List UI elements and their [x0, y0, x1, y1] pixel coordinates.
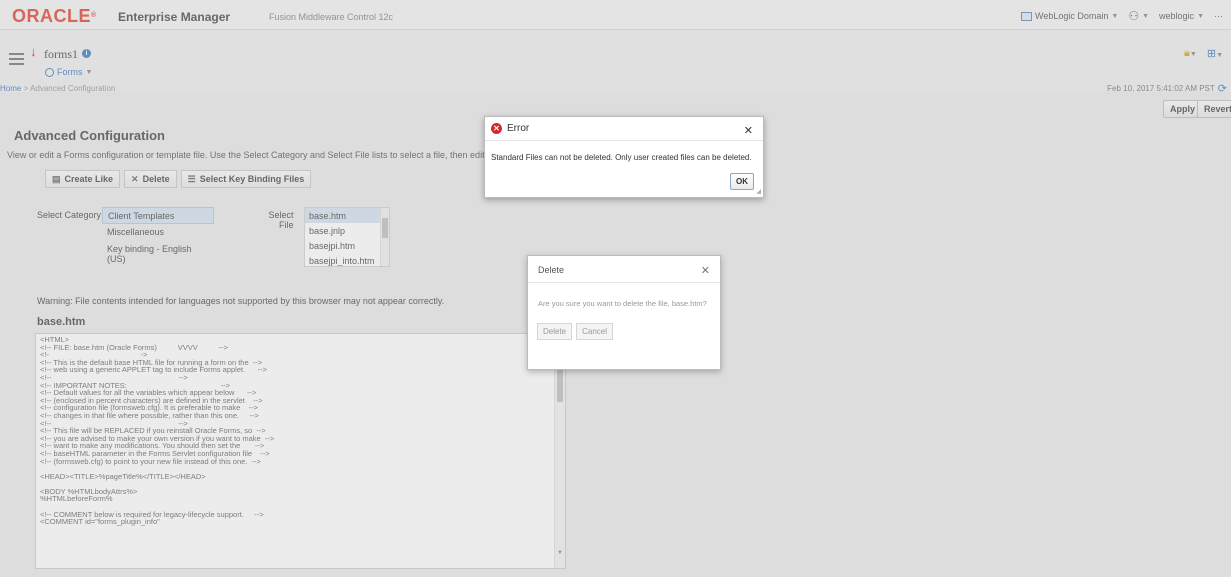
error-dialog-header: ✕ Error	[491, 123, 529, 134]
close-icon[interactable]: ✕	[744, 124, 753, 137]
close-icon[interactable]: ✕	[701, 264, 710, 277]
divider	[485, 140, 763, 141]
ok-button[interactable]: OK	[730, 173, 754, 190]
error-circle-icon: ✕	[491, 123, 502, 134]
delete-confirm-message: Are you sure you want to delete the file…	[538, 299, 707, 308]
divider	[528, 282, 720, 283]
error-dialog-title: Error	[507, 123, 530, 134]
delete-dialog-title: Delete	[538, 265, 565, 275]
resize-handle-icon[interactable]: ◢	[756, 188, 761, 195]
cancel-button[interactable]: Cancel	[576, 323, 614, 340]
confirm-delete-button[interactable]: Delete	[537, 323, 573, 340]
error-dialog: ✕ Error ✕ Standard Files can not be dele…	[484, 116, 764, 198]
delete-confirm-dialog: Delete ✕ Are you sure you want to delete…	[527, 255, 721, 370]
error-message: Standard Files can not be deleted. Only …	[491, 153, 752, 162]
